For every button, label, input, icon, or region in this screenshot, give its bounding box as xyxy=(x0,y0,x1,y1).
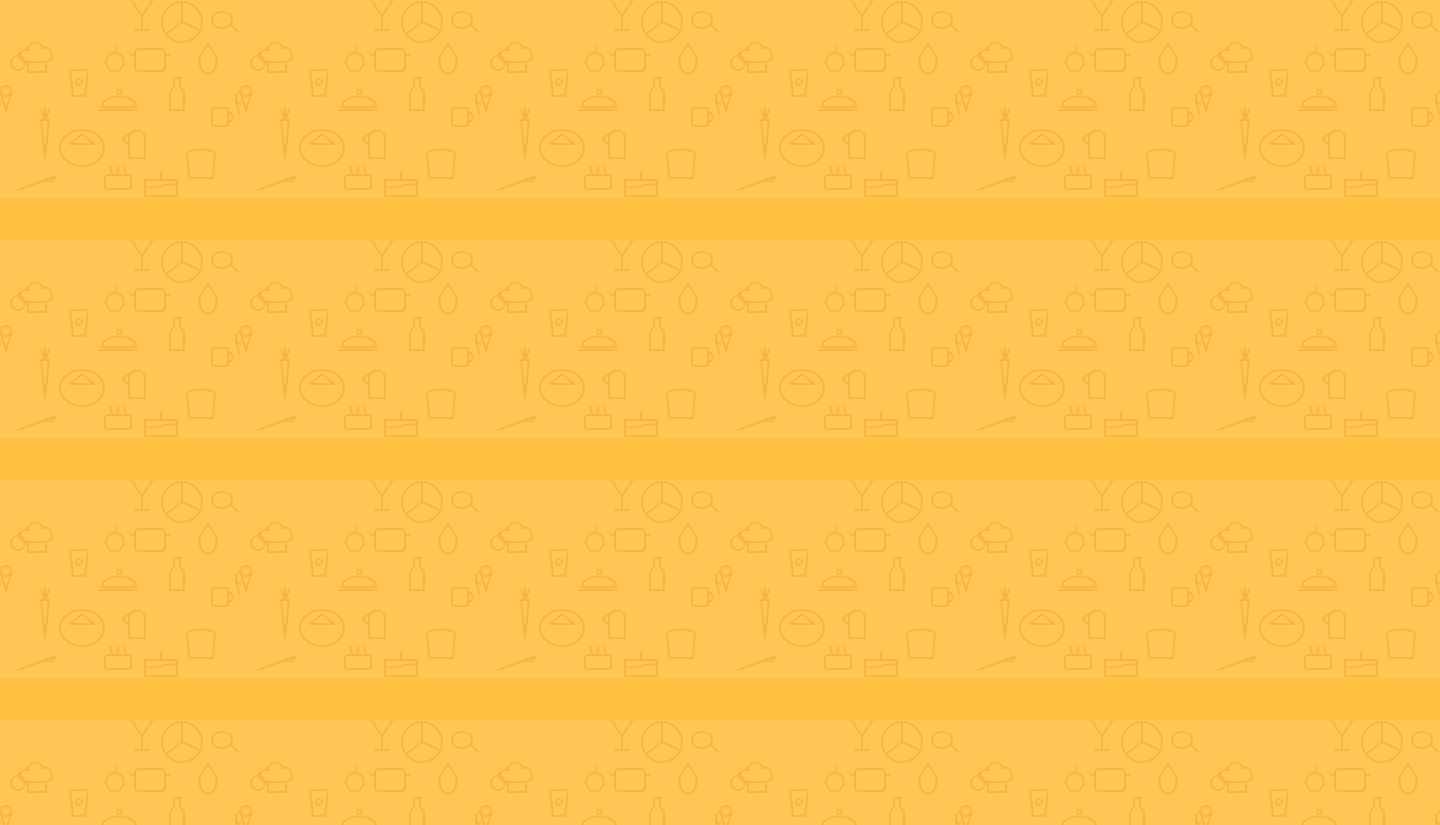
horizontal-stripe xyxy=(0,199,1440,239)
horizontal-stripe xyxy=(0,679,1440,719)
horizontal-stripe xyxy=(0,439,1440,479)
